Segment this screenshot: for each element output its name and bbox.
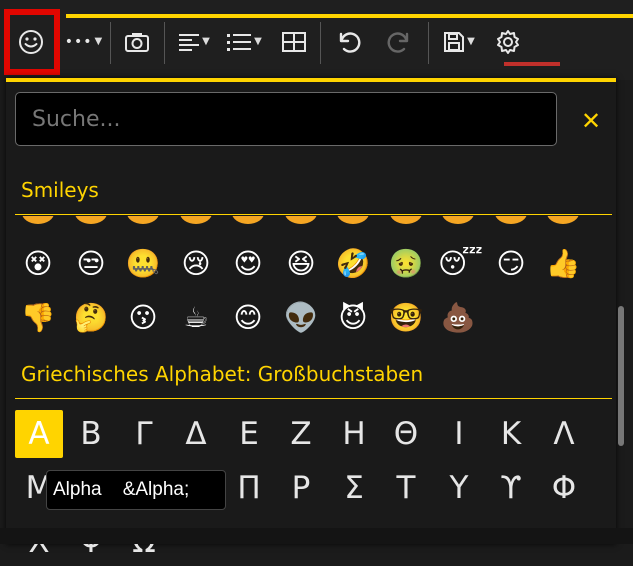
save-icon (444, 32, 465, 52)
greek-char[interactable]: Τ (382, 464, 430, 512)
emoji-item[interactable]: 😒 (71, 244, 111, 284)
list-button[interactable]: ▼ (222, 22, 266, 62)
emoji-item[interactable]: 🤣 (333, 244, 373, 284)
emoji-item[interactable]: 😈 (333, 298, 373, 338)
emoji-item[interactable]: 🤢 (386, 244, 426, 284)
emoji-partial-item (285, 216, 317, 224)
search-input[interactable] (15, 92, 557, 146)
status-bar (0, 528, 633, 544)
chevron-down-icon: ▼ (254, 36, 262, 47)
greek-char[interactable]: Λ (540, 410, 588, 458)
smileys-grid: 😵 😒 🤐 😢 😍 😆 🤣 🤢 😴 😏 👍 👎 🤔 😗 ☕ 😊 👽 😈 🤓 💩 (6, 216, 616, 341)
section-title-smileys: Smileys (21, 178, 99, 202)
emoji-item[interactable]: 😴 (438, 244, 483, 284)
close-icon[interactable]: ✕ (578, 107, 604, 135)
align-button[interactable]: ▼ (174, 22, 214, 62)
emoji-item[interactable]: 💩 (438, 298, 478, 338)
section-divider (15, 398, 612, 399)
greek-char[interactable]: Κ (487, 410, 535, 458)
emoji-partial-item (337, 216, 369, 224)
emoji-partial-item (232, 216, 264, 224)
undo-button[interactable] (332, 22, 364, 62)
chevron-down-icon: ▼ (202, 36, 210, 47)
greek-char[interactable]: Π (225, 464, 273, 512)
redo-icon (387, 32, 409, 53)
emoji-item[interactable]: 😢 (176, 244, 216, 284)
emoji-partial-item (180, 216, 212, 224)
more-options-button[interactable]: ••• ▼ (64, 22, 104, 62)
toolbar-divider (110, 22, 111, 64)
toolbar-accent-line (66, 14, 633, 18)
toolbar-divider (320, 22, 321, 64)
undo-icon (339, 32, 361, 53)
emoji-partial-item (390, 216, 422, 224)
greek-char[interactable]: Υ (435, 464, 483, 512)
emoji-item[interactable]: 👎 (18, 298, 58, 338)
emoji-item[interactable]: 😏 (491, 244, 531, 284)
emoji-item[interactable]: 😆 (281, 244, 321, 284)
align-left-icon (179, 34, 200, 51)
emoji-partial-item (127, 216, 159, 224)
greek-char[interactable]: Ρ (277, 464, 325, 512)
editor-toolbar: ••• ▼ ▼ ▼ ▼ (0, 0, 633, 80)
toolbar-divider (164, 22, 165, 64)
greek-char[interactable]: Η (330, 410, 378, 458)
chevron-down-icon: ▼ (94, 36, 104, 47)
greek-char[interactable]: Ι (435, 410, 483, 458)
section-divider (15, 214, 612, 215)
camera-icon (125, 33, 149, 52)
toolbar-indicator (504, 62, 560, 66)
table-icon (282, 32, 306, 52)
dots-icon: ••• (64, 34, 93, 50)
emoji-item[interactable]: 😵 (18, 244, 58, 284)
insert-image-button[interactable] (120, 22, 154, 62)
greek-char[interactable]: Γ (120, 410, 168, 458)
emoji-partial-item (495, 216, 527, 224)
character-tooltip: Alpha &Alpha; (46, 470, 226, 510)
emoji-item[interactable]: 😊 (228, 298, 268, 338)
redo-button[interactable] (384, 22, 416, 62)
panel-scrollbar[interactable] (618, 306, 624, 446)
emoji-partial-item (22, 216, 54, 224)
greek-char[interactable]: Φ (540, 464, 588, 512)
emoji-item[interactable]: 👍 (543, 244, 583, 284)
greek-char[interactable]: Ε (225, 410, 273, 458)
greek-char[interactable]: Ζ (277, 410, 325, 458)
toolbar-divider (428, 22, 429, 64)
emoji-partial-item (75, 216, 107, 224)
settings-button[interactable] (492, 22, 524, 62)
emoji-item[interactable]: 👽 (281, 298, 321, 338)
section-title-greek-upper: Griechisches Alphabet: Großbuchstaben (21, 362, 424, 386)
emoji-button-highlight (4, 9, 60, 75)
emoji-partial-item (442, 216, 474, 224)
emoji-item[interactable]: 🤐 (123, 244, 163, 284)
emoji-partial-item (547, 216, 579, 224)
greek-char[interactable]: ϒ (487, 464, 535, 512)
list-icon (227, 34, 252, 51)
table-button[interactable] (278, 22, 310, 62)
emoji-item[interactable]: 🤔 (71, 298, 111, 338)
emoji-item[interactable]: 🤓 (386, 298, 426, 338)
chevron-down-icon: ▼ (467, 36, 475, 47)
greek-char[interactable]: Β (67, 410, 115, 458)
save-button[interactable]: ▼ (438, 22, 480, 62)
greek-char-selected[interactable]: Α (15, 410, 63, 458)
emoji-item[interactable]: 😗 (123, 298, 163, 338)
greek-char[interactable]: Σ (330, 464, 378, 512)
emoji-item[interactable]: ☕ (176, 298, 216, 338)
greek-char[interactable]: Θ (382, 410, 430, 458)
gear-icon (497, 30, 519, 54)
emoji-item[interactable]: 😍 (228, 244, 268, 284)
greek-char[interactable]: Δ (172, 410, 220, 458)
